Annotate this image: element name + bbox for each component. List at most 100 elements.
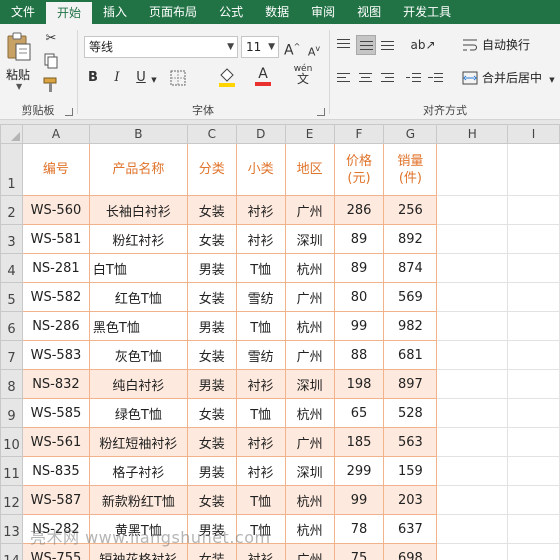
table-cell[interactable]: 衬衫	[235, 195, 286, 225]
row-header[interactable]: 13	[0, 514, 23, 544]
column-header[interactable]: A	[21, 124, 90, 144]
table-cell[interactable]: NS-835	[21, 456, 90, 486]
format-painter-icon[interactable]	[42, 76, 60, 94]
empty-cell[interactable]	[507, 195, 560, 225]
table-cell[interactable]: 256	[383, 195, 438, 225]
table-cell[interactable]: 新款粉红T恤	[88, 485, 188, 515]
table-cell[interactable]: 粉红短袖衬衫	[88, 427, 188, 457]
table-cell[interactable]: 159	[383, 456, 438, 486]
row-header[interactable]: 1	[0, 143, 23, 196]
column-header[interactable]: H	[436, 124, 509, 144]
empty-cell[interactable]	[507, 282, 560, 312]
select-all-corner[interactable]	[0, 124, 23, 144]
header-cell[interactable]: 分类	[186, 143, 237, 196]
empty-cell[interactable]	[507, 398, 560, 428]
table-cell[interactable]: 982	[383, 311, 438, 341]
table-cell[interactable]: NS-286	[21, 311, 90, 341]
table-cell[interactable]: NS-832	[21, 369, 90, 399]
table-cell[interactable]: 杭州	[284, 398, 335, 428]
row-header[interactable]: 10	[0, 427, 23, 457]
empty-cell[interactable]	[436, 143, 509, 196]
header-cell[interactable]: 小类	[235, 143, 286, 196]
table-cell[interactable]: 红色T恤	[88, 282, 188, 312]
font-size-select[interactable]: 11 ▼	[241, 36, 279, 58]
column-header[interactable]: B	[88, 124, 188, 144]
table-cell[interactable]: T恤	[235, 311, 286, 341]
wrap-text-button[interactable]: 自动换行	[482, 35, 530, 55]
table-cell[interactable]: 雪纺	[235, 340, 286, 370]
empty-cell[interactable]	[436, 253, 509, 283]
table-cell[interactable]: WS-583	[21, 340, 90, 370]
table-cell[interactable]: 女装	[186, 427, 237, 457]
table-cell[interactable]: 299	[333, 456, 385, 486]
empty-cell[interactable]	[436, 456, 509, 486]
empty-cell[interactable]	[436, 514, 509, 544]
table-cell[interactable]: 衬衫	[235, 456, 286, 486]
table-cell[interactable]: 杭州	[284, 253, 335, 283]
align-middle-button[interactable]	[356, 35, 376, 55]
table-cell[interactable]: 白T恤	[88, 253, 188, 283]
decrease-indent-icon[interactable]	[404, 68, 424, 88]
table-cell[interactable]: 深圳	[284, 224, 335, 254]
table-cell[interactable]: 198	[333, 369, 385, 399]
font-name-select[interactable]: 等线 ▼	[84, 36, 238, 58]
table-cell[interactable]: 广州	[284, 340, 335, 370]
table-cell[interactable]: 286	[333, 195, 385, 225]
row-header[interactable]: 7	[0, 340, 23, 370]
row-header[interactable]: 3	[0, 224, 23, 254]
empty-cell[interactable]	[507, 311, 560, 341]
table-cell[interactable]: 89	[333, 224, 385, 254]
table-cell[interactable]: T恤	[235, 253, 286, 283]
menu-tab[interactable]: 审阅	[300, 0, 346, 24]
cut-icon[interactable]: ✂	[42, 30, 60, 48]
header-cell[interactable]: 价格 (元)	[333, 143, 385, 196]
menu-tab[interactable]: 页面布局	[138, 0, 208, 24]
row-header[interactable]: 4	[0, 253, 23, 283]
menu-tab[interactable]: 文件	[0, 0, 46, 24]
table-cell[interactable]: 雪纺	[235, 282, 286, 312]
font-color-button[interactable]: A	[252, 66, 274, 88]
align-top-button[interactable]	[334, 35, 354, 55]
row-header[interactable]: 12	[0, 485, 23, 515]
header-cell[interactable]: 产品名称	[88, 143, 188, 196]
menu-tab[interactable]: 视图	[346, 0, 392, 24]
menu-tab[interactable]: 数据	[254, 0, 300, 24]
column-header[interactable]: E	[284, 124, 335, 144]
table-cell[interactable]: 75	[333, 543, 385, 560]
grow-font-button[interactable]: A^	[284, 37, 300, 59]
worksheet-grid[interactable]: A B C D E F G H I 1 编号 产品名称 分类 小类 地区 价格 (元) 销量 (件) 2 WS-56…	[0, 124, 560, 560]
empty-cell[interactable]	[507, 456, 560, 486]
table-cell[interactable]: 女装	[186, 398, 237, 428]
column-header[interactable]: I	[507, 124, 560, 144]
empty-cell[interactable]	[507, 427, 560, 457]
table-cell[interactable]: 女装	[186, 195, 237, 225]
empty-cell[interactable]	[507, 514, 560, 544]
row-header[interactable]: 14	[0, 543, 23, 560]
empty-cell[interactable]	[507, 224, 560, 254]
empty-cell[interactable]	[436, 224, 509, 254]
font-launcher-icon[interactable]	[317, 108, 325, 116]
empty-cell[interactable]	[507, 485, 560, 515]
table-cell[interactable]: 男装	[186, 311, 237, 341]
column-header[interactable]: D	[235, 124, 286, 144]
empty-cell[interactable]	[507, 253, 560, 283]
row-header[interactable]: 6	[0, 311, 23, 341]
table-cell[interactable]: 185	[333, 427, 385, 457]
borders-icon[interactable]	[168, 68, 190, 88]
paste-button[interactable]: 粘贴	[6, 66, 30, 83]
table-cell[interactable]: 衬衫	[235, 224, 286, 254]
empty-cell[interactable]	[436, 282, 509, 312]
table-cell[interactable]: 广州	[284, 195, 335, 225]
table-cell[interactable]: 78	[333, 514, 385, 544]
menu-tab[interactable]: 插入	[92, 0, 138, 24]
column-header[interactable]: F	[333, 124, 385, 144]
table-cell[interactable]: 897	[383, 369, 438, 399]
row-header[interactable]: 11	[0, 456, 23, 486]
table-cell[interactable]: 99	[333, 311, 385, 341]
table-cell[interactable]: WS-561	[21, 427, 90, 457]
paste-dropdown-icon[interactable]: ▼	[16, 82, 22, 91]
phonetic-button[interactable]: wén 文	[290, 64, 316, 85]
empty-cell[interactable]	[436, 427, 509, 457]
table-cell[interactable]: WS-582	[21, 282, 90, 312]
empty-cell[interactable]	[436, 543, 509, 560]
